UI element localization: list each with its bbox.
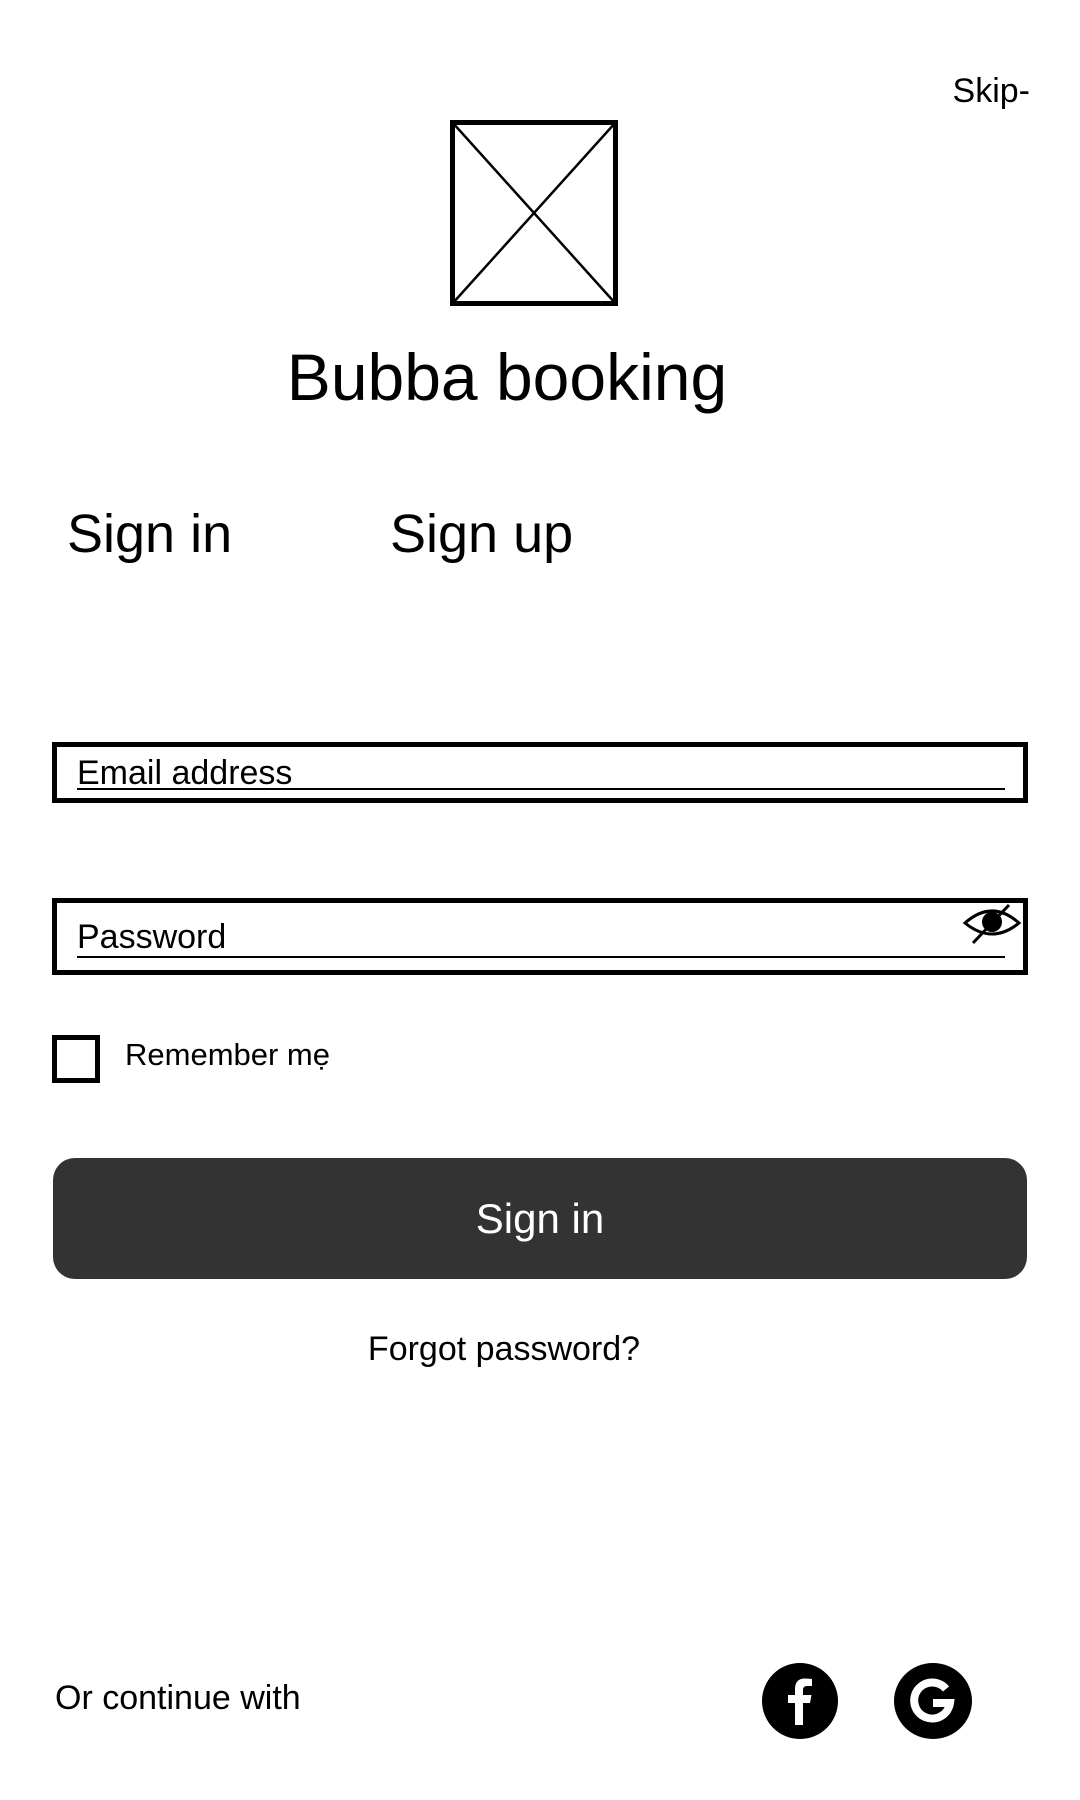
email-underline [77,788,1005,790]
facebook-button[interactable] [762,1663,838,1739]
google-icon [910,1678,955,1723]
sign-in-button[interactable]: Sign in [53,1158,1027,1279]
password-placeholder: Password [77,918,227,956]
forgot-password-link[interactable]: Forgot password? [0,1328,1008,1370]
google-button[interactable] [894,1663,972,1739]
tab-sign-up[interactable]: Sign up [390,502,573,566]
email-placeholder: Email address [77,754,293,792]
email-field[interactable]: Email address [52,742,1028,803]
remember-me-checkbox[interactable] [52,1035,100,1083]
facebook-icon [788,1678,812,1725]
eye-slash-icon[interactable] [961,901,1023,949]
continue-with-label: Or continue with [55,1679,301,1717]
remember-me-label: Remember mẹ [125,1037,330,1072]
password-underline [77,956,1005,958]
skip-link[interactable]: Skip- [900,72,1030,111]
password-field[interactable]: Password [52,898,1028,975]
image-placeholder-icon [450,120,618,306]
app-title: Bubba booking [286,340,728,414]
tab-sign-in[interactable]: Sign in [67,502,232,566]
